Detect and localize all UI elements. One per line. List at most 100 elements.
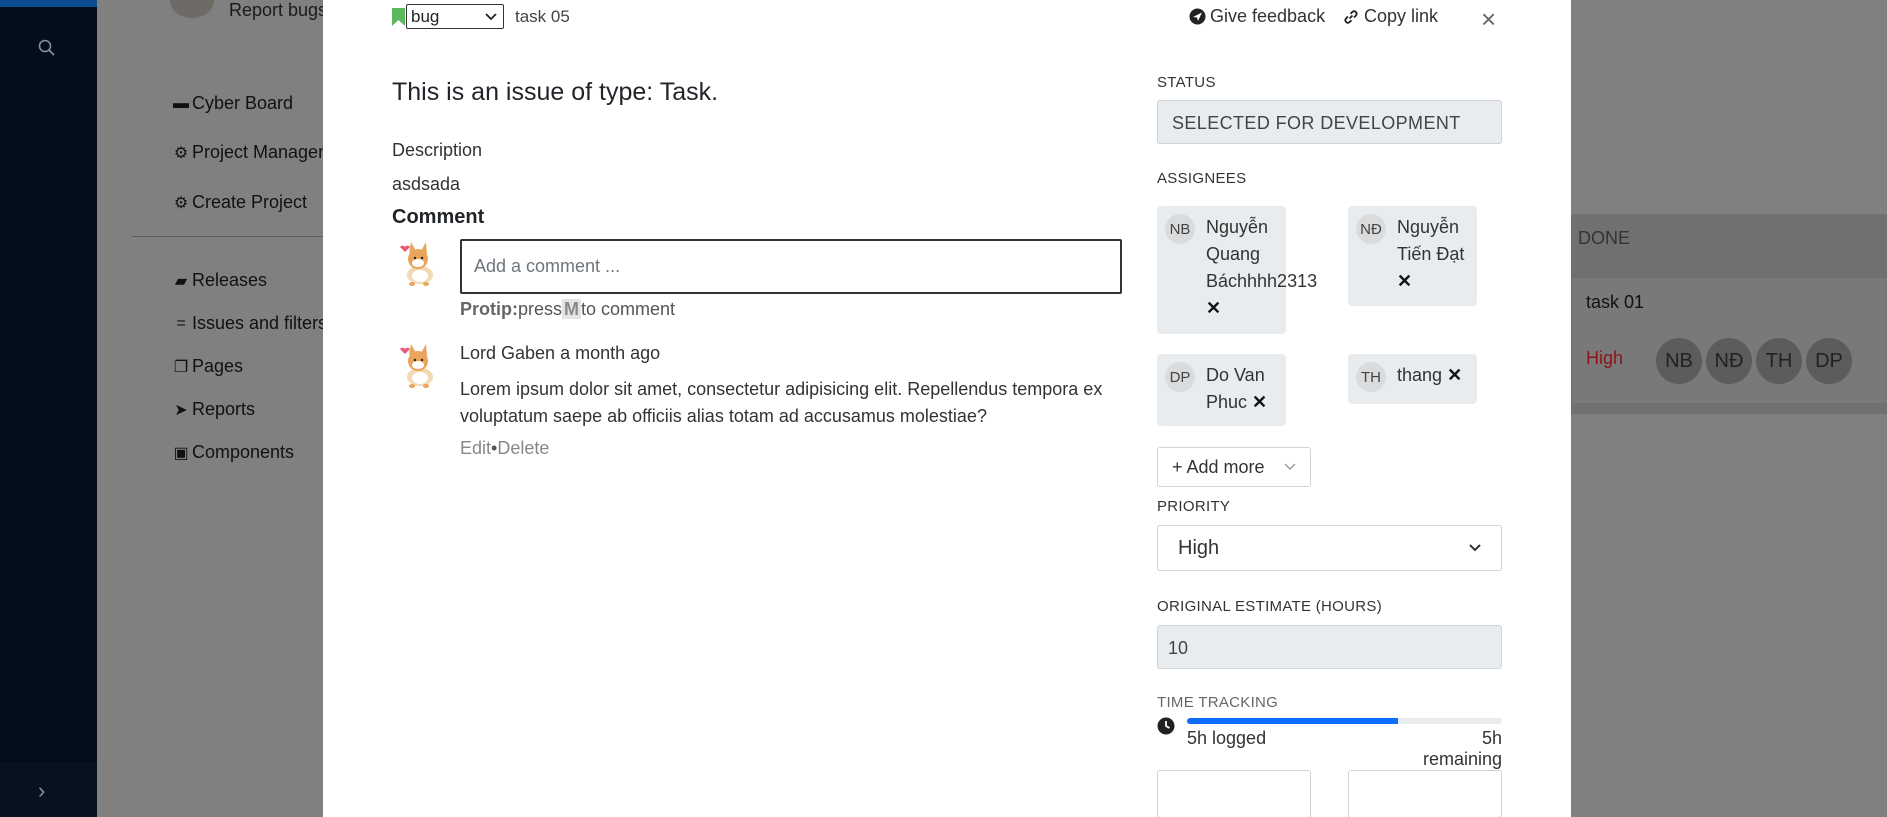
avatar: NB — [1656, 338, 1702, 384]
chevron-down-icon — [485, 12, 497, 20]
status-select[interactable]: SELECTED FOR DEVELOPMENT — [1157, 100, 1502, 144]
comment-actions: Edit•Delete — [460, 438, 549, 459]
copy-link-button[interactable]: Copy link — [1342, 6, 1438, 27]
clock-icon — [1157, 717, 1175, 735]
add-more-label: + Add more — [1172, 456, 1265, 477]
time-spent-input[interactable] — [1157, 770, 1311, 817]
protip-rest: to comment — [581, 299, 676, 319]
menu-label: Create Project — [192, 192, 308, 212]
search-icon[interactable] — [37, 38, 57, 58]
description-label: Description — [392, 140, 483, 160]
avatar: TH — [1756, 338, 1802, 384]
menu-item-issues-and-filters[interactable]: = Issues and filters — [172, 313, 327, 334]
assignee-name-line: thang — [1397, 365, 1443, 385]
issue-type-value: bug — [411, 6, 440, 26]
gear-icon: ⚙ — [173, 144, 189, 162]
comment-heading: Comment — [392, 206, 485, 228]
truck-icon: ▰ — [174, 272, 188, 290]
menu-item-reports[interactable]: ➤ Reports — [172, 399, 255, 420]
assignee-name: Do Van Phuc ✕ — [1206, 362, 1267, 416]
avatar: NĐ — [1706, 338, 1752, 384]
comment-time: a month ago — [560, 343, 661, 363]
description-text[interactable]: asdsada — [392, 174, 460, 195]
comment-meta: Lord Gaben a month ago — [460, 343, 660, 364]
protip-hint: Protip:press Mto comment — [460, 299, 675, 320]
add-assignee-select[interactable]: + Add more — [1157, 447, 1311, 487]
time-remaining: 5h remaining — [1422, 728, 1502, 769]
delete-comment-button[interactable]: Delete — [497, 438, 549, 458]
menu-label: Issues and filters — [192, 313, 328, 333]
priority-label: PRIORITY — [1157, 498, 1231, 515]
menu-label: Releases — [192, 270, 268, 290]
estimate-input[interactable]: 10 — [1157, 625, 1502, 669]
assignee-name-line: Phuc — [1206, 392, 1248, 412]
time-logged: 5h logged — [1187, 728, 1267, 748]
issue-type-select[interactable]: bug — [406, 4, 504, 29]
location-arrow-icon: ➤ — [174, 401, 188, 419]
give-feedback-button[interactable]: Give feedback — [1189, 6, 1325, 27]
copy-link-label: Copy link — [1364, 6, 1439, 26]
card-title: task 01 — [1586, 292, 1645, 312]
protip-key: M — [562, 299, 582, 319]
protip-label: Protip: — [460, 299, 518, 319]
gear-icon: ⚙ — [173, 194, 189, 212]
assignees-label: ASSIGNEES — [1157, 170, 1247, 187]
menu-item-create-project[interactable]: ⚙ Create Project — [172, 192, 307, 213]
assignee-avatar: TH — [1356, 362, 1386, 392]
remove-assignee-icon[interactable]: ✕ — [1397, 268, 1464, 295]
menu-item-pages[interactable]: ❐ Pages — [172, 356, 243, 377]
rail-accent-bar — [0, 0, 97, 7]
menu-label: Project Managem — [192, 142, 334, 162]
user-avatar — [400, 242, 433, 286]
commenter-avatar — [400, 344, 433, 388]
time-tracking-progress — [1187, 718, 1502, 724]
column-title: DONE — [1578, 228, 1631, 248]
edit-comment-button[interactable]: Edit — [460, 438, 491, 458]
task-id: task 05 — [515, 7, 570, 26]
menu-label: Pages — [192, 356, 244, 376]
time-remaining-input[interactable] — [1348, 770, 1502, 817]
assignee-name: Nguyễn Quang Báchhhh2313 ✕ — [1206, 214, 1317, 322]
paper-plane-icon — [1189, 8, 1206, 25]
menu-item-releases[interactable]: ▰ Releases — [172, 270, 267, 291]
assignee-chip: NB Nguyễn Quang Báchhhh2313 ✕ — [1157, 206, 1317, 334]
priority-value: High — [1178, 536, 1220, 559]
menu-item-components[interactable]: ▣ Components — [172, 442, 294, 463]
priority-select[interactable]: High — [1157, 525, 1502, 571]
comment-input[interactable]: Add a comment ... — [460, 239, 1122, 294]
menu-item-cyber-board[interactable]: ▬ Cyber Board — [172, 93, 293, 114]
remove-assignee-icon[interactable]: ✕ — [1252, 392, 1267, 412]
bookmark-icon — [392, 8, 405, 26]
estimate-label: ORIGINAL ESTIMATE (HOURS) — [1157, 598, 1383, 615]
close-icon[interactable]: × — [1481, 4, 1496, 35]
time-tracking-progress-fill — [1187, 718, 1399, 724]
assignee-name-line: Do Van — [1206, 365, 1265, 385]
copy-icon: ❐ — [173, 358, 189, 376]
rail-footer: › — [0, 762, 97, 817]
link-icon — [1344, 9, 1358, 24]
assignee-name-line: Tiến Đạt — [1397, 244, 1465, 264]
assignee-chip: DP Do Van Phuc ✕ — [1157, 354, 1286, 426]
assignee-name-line: Báchhhh2313 — [1206, 271, 1318, 291]
chevron-down-icon — [1284, 463, 1296, 470]
assignee-avatar: NB — [1165, 214, 1195, 244]
assignee-chip: TH thang ✕ — [1348, 354, 1477, 404]
protip-press: press — [518, 299, 563, 319]
feedback-label: Give feedback — [1210, 6, 1326, 26]
assignee-name-line: Nguyễn — [1397, 217, 1460, 237]
menu-divider — [132, 236, 332, 237]
menu-item-project-management[interactable]: ⚙ Project Managem — [172, 142, 333, 163]
issue-detail-modal: bug task 05 Give feedback Copy link × Th… — [323, 0, 1571, 817]
chevron-right-icon[interactable]: › — [38, 778, 45, 804]
status-label: STATUS — [1157, 74, 1216, 91]
report-bugs-link[interactable]: Report bugs — [229, 0, 327, 21]
assignee-avatar: NĐ — [1356, 214, 1386, 244]
assignee-name: thang ✕ — [1397, 362, 1462, 389]
issue-title[interactable]: This is an issue of type: Task. — [392, 78, 718, 107]
box-icon: ▣ — [173, 444, 189, 462]
comment-body: Lorem ipsum dolor sit amet, consectetur … — [460, 379, 1103, 426]
remove-assignee-icon[interactable]: ✕ — [1206, 295, 1317, 322]
equals-icon: = — [176, 314, 186, 332]
remove-assignee-icon[interactable]: ✕ — [1447, 365, 1462, 385]
assignee-name-line: Quang — [1206, 244, 1261, 264]
